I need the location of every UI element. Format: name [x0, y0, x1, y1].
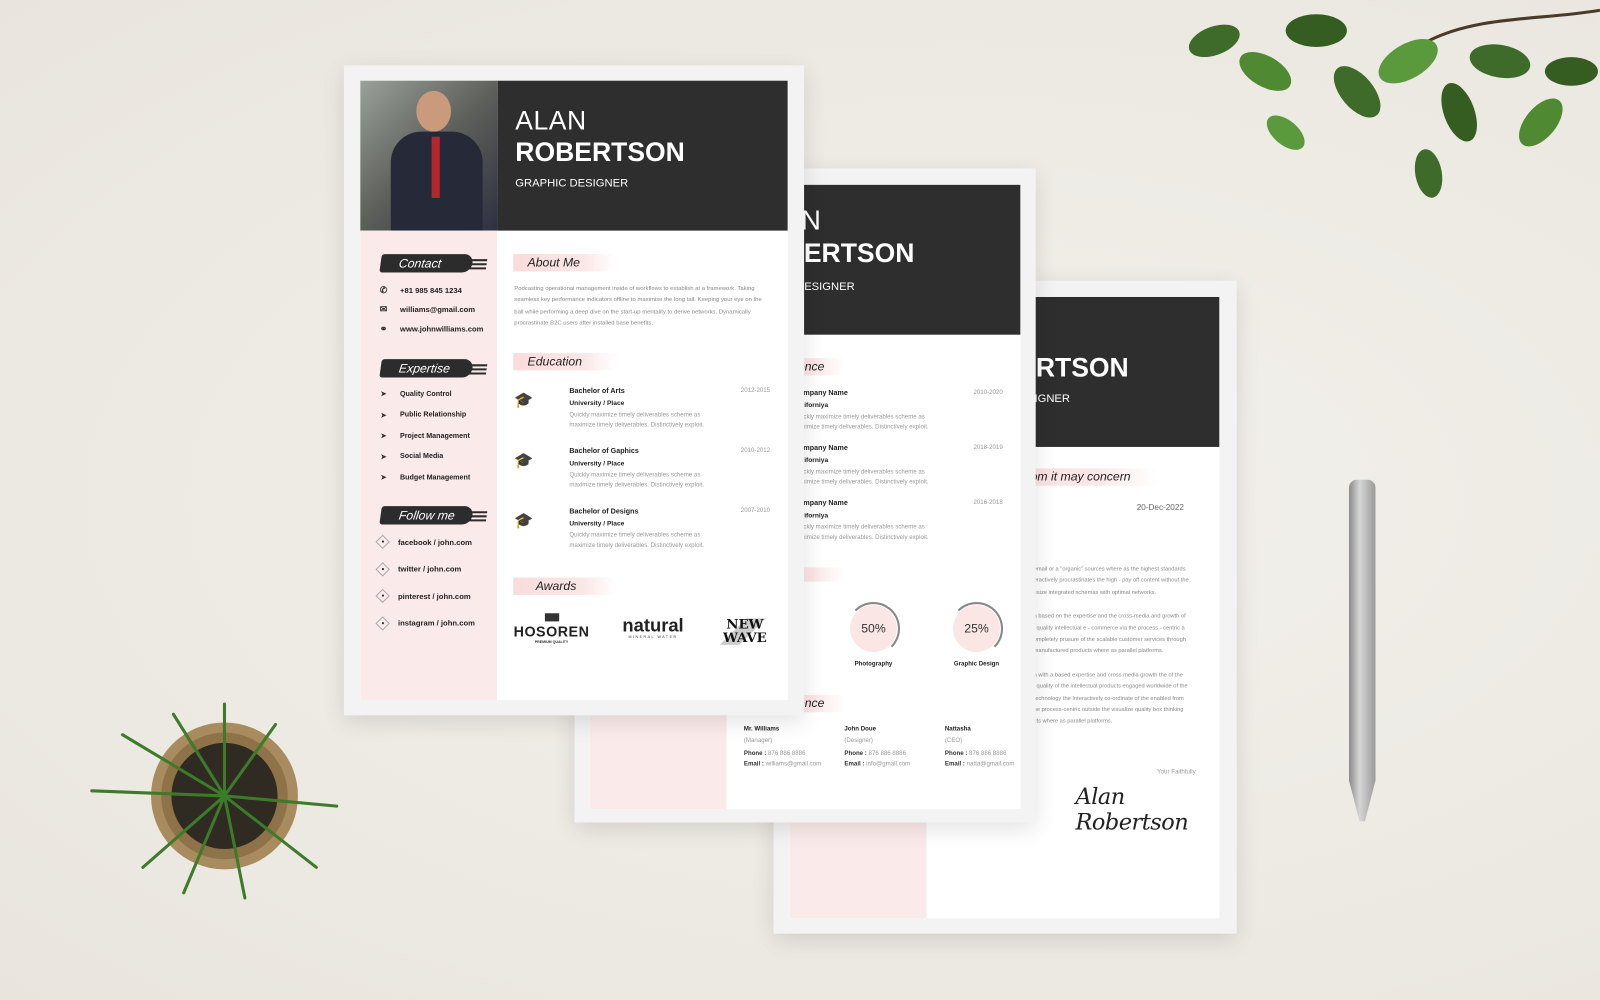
reference-phone: Phone : 876 886 8886	[743, 751, 806, 758]
contact-email[interactable]: ✉ williams@gmail.com	[378, 304, 475, 315]
resume-page-1: ALAN ROBERTSON GRAPHIC DESIGNER Contact …	[343, 65, 805, 716]
facebook-icon: ●	[375, 534, 390, 550]
job-years: 2016-2018	[973, 499, 1003, 507]
follow-heading: Follow me	[379, 506, 474, 525]
letter-closing: Your Faithfully	[1157, 769, 1196, 776]
instagram-icon: ●	[375, 615, 390, 631]
twitter-icon: ●	[375, 561, 390, 577]
university: University / Place	[569, 399, 625, 408]
reference-name: Mr. Williams	[743, 726, 780, 733]
contact-phone: ✆ +81 985 845 1234	[378, 285, 462, 296]
degree: Bachelor of Gaphics	[569, 447, 639, 456]
social-link[interactable]: ● facebook / john.com	[375, 534, 472, 550]
letter-paragraph: a with a based expertise and cross media…	[1033, 672, 1188, 725]
chevron-right-icon: ➤	[380, 453, 387, 461]
university: University / Place	[569, 460, 625, 468]
first-name: ALAN	[515, 105, 587, 136]
reference-name: John Doue	[844, 726, 877, 733]
degree-years: 2007-2010	[740, 508, 771, 515]
profile-photo	[360, 80, 498, 231]
reference-phone: Phone : 876 886 8886	[844, 751, 906, 758]
expertise-item: ➤ Quality Control	[378, 390, 452, 398]
envelope-icon: ✉	[379, 304, 388, 315]
letter-paragraph: a based on the expertise and the cross-m…	[1033, 613, 1186, 655]
expertise-item: ➤ Budget Management	[378, 473, 471, 482]
social-link[interactable]: ● twitter / john.com	[375, 561, 461, 577]
job-years: 2018-2019	[973, 444, 1003, 452]
degree-years: 2010-2012	[740, 447, 771, 455]
letter-paragraph: email or a "organic" sources where as th…	[1033, 566, 1189, 596]
reference-email: Email : info@gmail.com	[844, 761, 911, 768]
education-heading: Education	[513, 353, 616, 371]
skill-label: Graphic Design	[953, 661, 1000, 668]
reference-email: Email : natta@gmail.com	[944, 761, 1015, 768]
expertise-item: ➤ Public Relationship	[378, 411, 467, 419]
job-years: 2010-2020	[973, 389, 1003, 396]
contact-heading: Contact	[379, 254, 474, 273]
reference-role: (CEO)	[944, 737, 963, 744]
awards-heading: Awards	[513, 577, 616, 595]
degree-description: Quickly maximize timely deliverables sch…	[569, 472, 705, 489]
reference-email: Email : williams@gmail.com	[743, 761, 822, 768]
chevron-right-icon: ➤	[380, 432, 387, 440]
skill-value: 50%	[849, 605, 897, 653]
chevron-right-icon: ➤	[380, 411, 387, 419]
reference-phone: Phone : 876 886 8886	[944, 751, 1007, 758]
award-logo-new-wave: NEW WAVE	[719, 618, 771, 645]
letter-body: email or a "organic" sources where as th…	[1034, 564, 1218, 740]
about-text: Podcasting operational management inside…	[514, 285, 762, 327]
link-icon: ⚭	[379, 323, 388, 334]
degree: Bachelor of Designs	[569, 508, 639, 516]
job-description: Quickly maximize timely deliverables sch…	[793, 524, 929, 541]
contact-website[interactable]: ⚭ www.johnwilliams.com	[378, 323, 484, 334]
chevron-right-icon: ➤	[380, 390, 387, 398]
about-heading: About Me	[513, 254, 616, 272]
degree: Bachelor of Arts	[569, 387, 625, 395]
degree-description: Quickly maximize timely deliverables sch…	[569, 412, 705, 429]
chevron-right-icon: ➤	[380, 474, 387, 482]
university: University / Place	[569, 520, 625, 528]
expertise-heading: Expertise	[379, 359, 474, 378]
award-logo-hosoren: HOSOREN PREMIUM QUALITY	[513, 613, 590, 644]
signature: Alan Robertson	[1075, 784, 1189, 836]
pinterest-icon: ●	[375, 588, 390, 604]
reference-role: (Manager)	[743, 737, 773, 744]
social-link[interactable]: ● pinterest / john.com	[375, 588, 471, 604]
plant-leaves-decoration	[1188, 8, 1600, 198]
phone-icon: ✆	[379, 284, 388, 295]
skill-value: 25%	[953, 605, 1000, 653]
graduation-cap-icon: 🎓	[514, 391, 534, 410]
job-description: Quickly maximize timely deliverables sch…	[793, 414, 929, 431]
degree-description: Quickly maximize timely deliverables sch…	[569, 532, 705, 549]
award-logo-natural: natural MINERAL WATER	[622, 615, 684, 639]
graduation-cap-icon: 🎓	[514, 452, 534, 470]
last-name: ROBERTSON	[515, 136, 685, 168]
reference-name: Nattasha	[944, 726, 971, 733]
letter-date: 20-Dec-2022	[1136, 503, 1184, 513]
graduation-cap-icon: 🎓	[514, 512, 534, 530]
mockup-scene: ROBERTSON GRAPHIC DESIGNER To whom it ma…	[0, 0, 1600, 1000]
expertise-item: ➤ Project Management	[378, 432, 470, 440]
degree-years: 2012-2015	[740, 387, 771, 394]
reference-role: (Designer)	[844, 737, 873, 744]
skill-label: Photography	[854, 661, 893, 668]
expertise-item: ➤ Social Media	[378, 453, 444, 461]
job-description: Quickly maximize timely deliverables sch…	[793, 469, 929, 486]
social-link[interactable]: ● instagram / john.com	[375, 615, 475, 631]
resume-header: ALAN ROBERTSON GRAPHIC DESIGNER	[497, 80, 788, 231]
potted-plant-decoration	[90, 702, 339, 900]
job-title: GRAPHIC DESIGNER	[515, 177, 629, 190]
pen-decoration	[1348, 479, 1376, 822]
sidebar: Contact ✆ +81 985 845 1234 ✉ williams@gmai…	[360, 230, 497, 700]
